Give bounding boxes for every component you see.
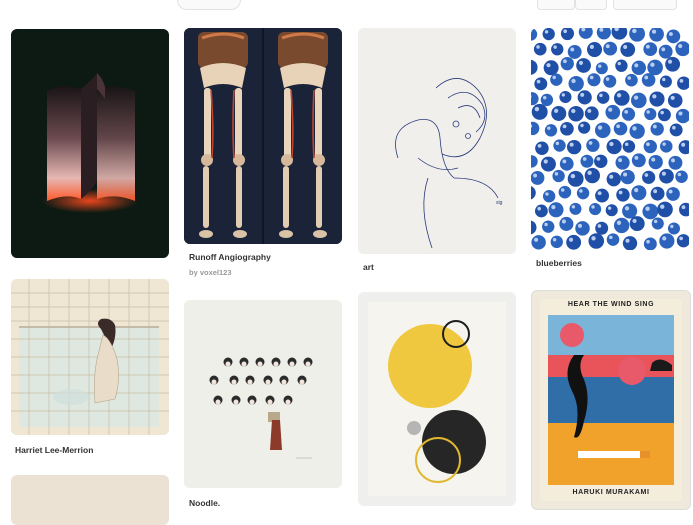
bath-tiles-illustration — [11, 279, 169, 435]
pin-caption: Noodle. — [189, 498, 220, 508]
view-toggle-list-button[interactable] — [575, 0, 607, 10]
pin-blueberries[interactable] — [531, 28, 689, 250]
pin-runoff-angiography[interactable] — [184, 28, 342, 244]
pin-caption: blueberries — [536, 258, 582, 268]
pin-hear-the-wind-sing[interactable]: HEAR THE WIND SING HARUKI MURAKAMI — [531, 290, 691, 510]
pin-art-line-drawing[interactable]: sig — [358, 28, 516, 254]
pin-caption: Runoff Angiography — [189, 252, 271, 262]
abstract-ribbon-image — [11, 29, 169, 258]
blueberries-pattern-image — [531, 28, 689, 250]
pin-abstract-ribbon[interactable] — [11, 29, 169, 258]
book-cover-poster — [532, 291, 690, 509]
svg-text:sig: sig — [496, 200, 503, 206]
pin-caption: art — [363, 262, 374, 272]
pin-abstract-circles[interactable] — [358, 292, 516, 506]
line-drawing-image: sig — [358, 28, 516, 254]
pin-caption: Harriet Lee-Merrion — [15, 445, 93, 455]
abstract-circles-print — [358, 292, 516, 506]
book-author: HARUKI MURAKAMI — [532, 489, 690, 496]
view-toggle-grid-button[interactable] — [537, 0, 575, 10]
pin-harriet-lee-merrion[interactable] — [11, 279, 169, 435]
angiography-scan-image — [184, 28, 342, 244]
top-right-button[interactable] — [613, 0, 677, 10]
pin-noodle[interactable] — [184, 300, 342, 488]
book-title: HEAR THE WIND SING — [532, 301, 690, 308]
noodle-faces-illustration — [184, 300, 342, 488]
pin-partial-bottom[interactable] — [11, 475, 169, 525]
pin-author: by voxel123 — [189, 268, 232, 277]
top-pill-button[interactable] — [177, 0, 241, 10]
